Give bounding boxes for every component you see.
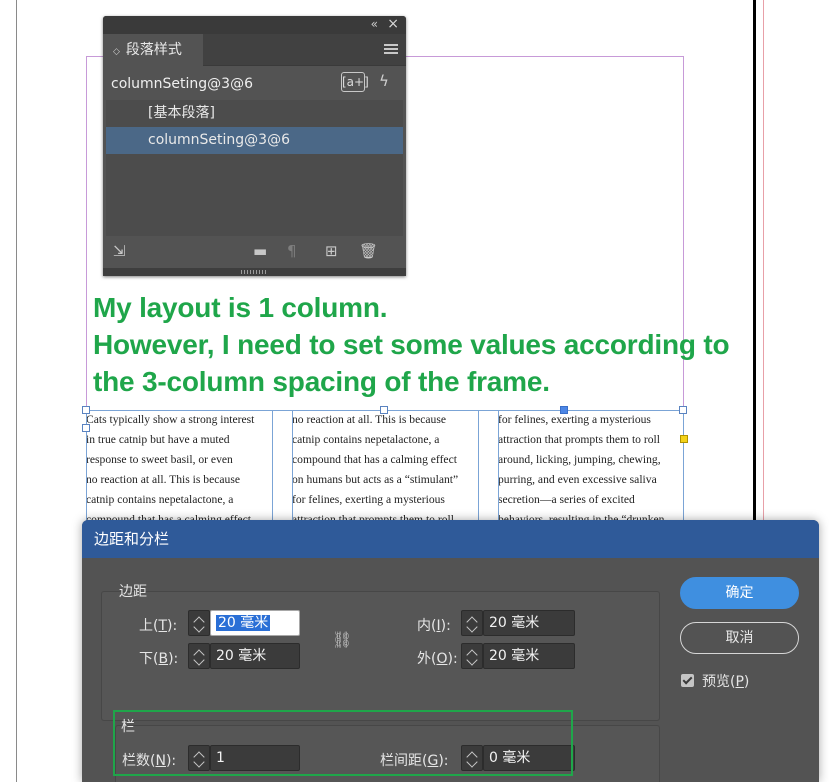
style-list: [基本段落] columnSeting@3@6 — [106, 100, 403, 236]
text-line: on humans but acts as a “stimulant” — [292, 473, 459, 486]
column-guide — [498, 410, 499, 522]
gutter-stepper[interactable] — [461, 745, 483, 771]
bottom-margin-label: 下(B): — [139, 651, 179, 667]
column-number-label: 栏数(N): — [122, 753, 177, 769]
corner-option-handle[interactable] — [680, 435, 688, 443]
text-line: no reaction at all. This is because — [86, 473, 240, 486]
text-line: for felines, exerting a mysterious — [292, 493, 445, 506]
top-margin-stepper[interactable] — [188, 610, 210, 636]
tab-toggle-icon[interactable]: ◇ — [113, 47, 120, 57]
text-column-3: for felines, exerting a mysterious attra… — [498, 410, 684, 522]
panel-footer: ⇲ ▬ ¶ ⊞ 🗑 — [103, 238, 406, 268]
column-guide — [478, 410, 479, 522]
tab-label: 段落样式 — [125, 42, 182, 58]
ok-button[interactable]: 确定 — [680, 577, 799, 609]
auto-import-icon[interactable]: [a+] — [341, 72, 369, 92]
new-group-folder-icon[interactable]: ▬ — [253, 242, 267, 260]
column-guide — [292, 410, 293, 522]
outside-margin-label: 外(O): — [417, 651, 458, 667]
text-line: purring, and even excessive saliva — [498, 473, 657, 486]
bottom-margin-input[interactable]: 20 毫米 — [210, 643, 300, 669]
annotation-line: However, I need to set some values accor… — [93, 329, 730, 360]
column-guide — [272, 410, 273, 522]
inside-margin-label: 内(I): — [417, 618, 451, 634]
inside-margin-stepper[interactable] — [461, 610, 483, 636]
tab-paragraph-styles[interactable]: ◇ 段落样式 — [103, 34, 203, 66]
delete-style-icon[interactable]: 🗑 — [359, 242, 378, 260]
margins-group-label: 边距 — [119, 584, 147, 600]
text-line: secretion—a series of excited — [498, 493, 635, 506]
top-margin-label: 上(T): — [139, 618, 178, 634]
panel-titlebar[interactable]: « × — [103, 16, 406, 34]
inside-margin-input[interactable]: 20 毫米 — [483, 610, 575, 636]
column-number-input[interactable]: 1 — [210, 745, 300, 771]
panel-tab-row: ◇ 段落样式 — [103, 34, 406, 66]
text-line: around, licking, jumping, chewing, — [498, 453, 661, 466]
text-line: in true catnip but have a muted — [86, 433, 230, 446]
panel-menu-icon[interactable] — [384, 44, 398, 56]
outside-margin-stepper[interactable] — [461, 643, 483, 669]
text-line: attraction that prompts them to roll — [498, 433, 660, 446]
margins-group — [101, 591, 660, 721]
dialog-title: 边距和分栏 — [82, 520, 819, 558]
margins-and-columns-dialog: 边距和分栏 边距 上(T): 20 毫米 下(B): 20 毫米 ⛓ 内(I):… — [82, 520, 819, 782]
preview-checkbox[interactable]: 预览(P) — [681, 671, 749, 691]
frame-handle-top-left[interactable] — [82, 406, 90, 414]
gutter-label: 栏间距(G): — [380, 753, 449, 769]
clear-overrides-icon[interactable]: ¶ — [287, 242, 297, 260]
text-column-1: Cats typically show a strong interest in… — [86, 410, 272, 522]
panel-resize-grip[interactable] — [103, 268, 406, 276]
text-line: for felines, exerting a mysterious — [498, 413, 651, 426]
text-line: catnip contains nepetalactone, a — [86, 493, 234, 506]
text-line: Cats typically show a strong interest — [86, 413, 255, 426]
collapse-panel-icon[interactable]: « — [371, 17, 378, 31]
top-margin-input[interactable]: 20 毫米 — [210, 610, 300, 636]
annotation-line: the 3-column spacing of the frame. — [93, 366, 550, 397]
style-item-column-setting[interactable]: columnSeting@3@6 — [106, 127, 403, 154]
page-edge-left — [16, 0, 17, 782]
frame-handle-top-middle[interactable] — [380, 406, 388, 414]
in-port-marker[interactable] — [82, 424, 90, 432]
in-port-handle[interactable] — [560, 406, 568, 414]
paragraph-styles-panel: « × ◇ 段落样式 columnSeting@3@6 [a+] ϟ [基本段落]… — [103, 16, 406, 276]
frame-handle-top-right[interactable] — [679, 406, 687, 414]
bottom-margin-stepper[interactable] — [188, 643, 210, 669]
text-line: response to sweet basil, or even — [86, 453, 233, 466]
column-number-stepper[interactable] — [188, 745, 210, 771]
chain-link-icon[interactable]: ⛓ — [332, 630, 352, 649]
style-item-basic[interactable]: [基本段落] — [106, 100, 403, 127]
annotation-line: My layout is 1 column. — [93, 292, 388, 323]
text-line: catnip contains nepetalactone, a — [292, 433, 440, 446]
close-panel-icon[interactable]: × — [387, 16, 399, 32]
cancel-button[interactable]: 取消 — [680, 622, 799, 654]
outside-margin-input[interactable]: 20 毫米 — [483, 643, 575, 669]
load-styles-icon[interactable]: ⇲ — [113, 242, 126, 260]
text-column-2: no reaction at all. This is because catn… — [292, 410, 478, 522]
new-style-icon[interactable]: ⊞ — [325, 242, 338, 260]
quick-apply-icon[interactable]: ϟ — [379, 72, 389, 90]
text-line: compound that has a calming effect — [292, 453, 457, 466]
columns-group-label: 栏 — [121, 719, 135, 735]
three-column-text-frame[interactable]: Cats typically show a strong interest in… — [86, 410, 684, 522]
gutter-input[interactable]: 0 毫米 — [483, 745, 575, 771]
current-style-name: columnSeting@3@6 — [111, 76, 253, 92]
annotation-text: My layout is 1 column. However, I need t… — [93, 289, 793, 400]
checkbox-checked-icon[interactable] — [681, 674, 694, 687]
